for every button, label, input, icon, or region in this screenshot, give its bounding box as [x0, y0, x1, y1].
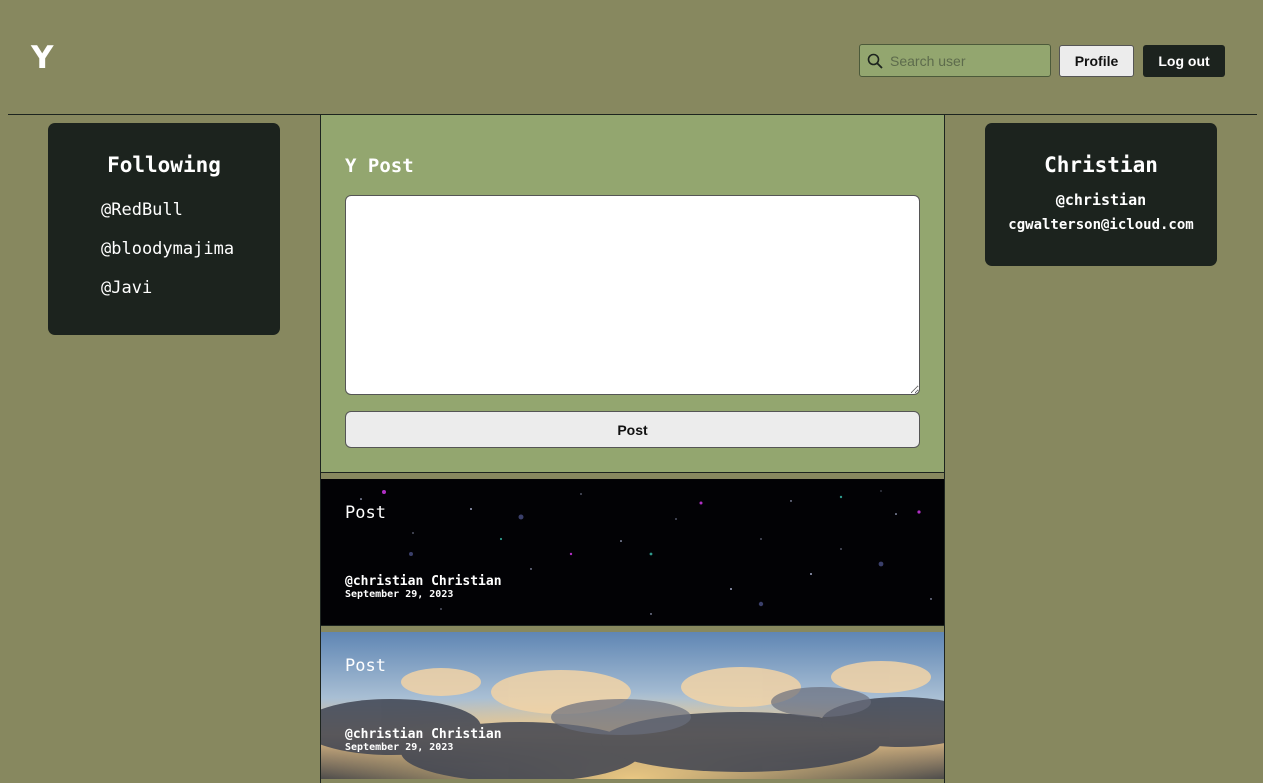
search-icon	[860, 45, 890, 76]
profile-button[interactable]: Profile	[1059, 45, 1134, 77]
following-item[interactable]: @bloodymajima	[101, 230, 280, 269]
post-title: Post	[345, 656, 386, 676]
post-textarea[interactable]	[345, 195, 920, 395]
post-date: September 29, 2023	[345, 589, 454, 600]
sunset-clouds-background	[321, 632, 944, 779]
post-date: September 29, 2023	[345, 742, 454, 753]
post-button[interactable]: Post	[345, 411, 920, 448]
post-card[interactable]: Post @christian Christian September 29, …	[321, 479, 944, 626]
post-title: Post	[345, 503, 386, 523]
post-card[interactable]: Post @christian Christian September 29, …	[321, 632, 944, 779]
profile-name: Christian	[1044, 153, 1158, 177]
profile-email: cgwalterson@icloud.com	[1008, 217, 1194, 233]
post-author[interactable]: @christian Christian	[345, 574, 502, 589]
profile-card: Christian @christian cgwalterson@icloud.…	[985, 123, 1217, 266]
following-panel: Following @RedBull @bloodymajima @Javi	[48, 123, 280, 335]
post-author[interactable]: @christian Christian	[345, 727, 502, 742]
profile-handle: @christian	[1055, 191, 1147, 209]
composer-title: Y Post	[345, 155, 414, 177]
search-box[interactable]	[859, 44, 1051, 77]
feed-column: Y Post Post Post @christian Christian Se…	[320, 115, 945, 783]
logout-button[interactable]: Log out	[1143, 45, 1225, 77]
starfield-background	[321, 479, 944, 625]
following-list: @RedBull @bloodymajima @Javi	[48, 191, 280, 308]
app-logo[interactable]: Y	[31, 40, 53, 76]
post-composer: Y Post Post	[321, 115, 944, 473]
following-item[interactable]: @Javi	[101, 269, 280, 308]
search-input[interactable]	[890, 52, 1040, 69]
following-item[interactable]: @RedBull	[101, 191, 280, 230]
following-title: Following	[107, 153, 221, 177]
